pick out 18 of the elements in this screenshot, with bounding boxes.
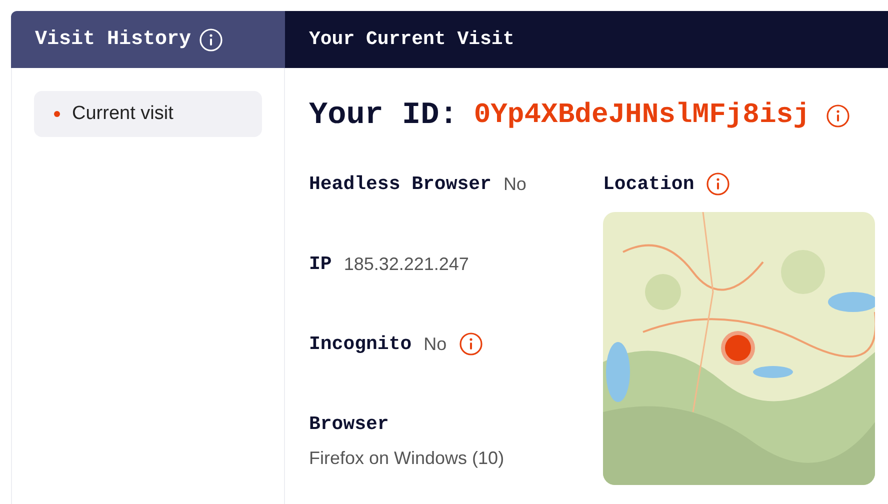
field-value: Firefox on Windows (10) bbox=[309, 446, 506, 470]
field-label: Incognito bbox=[309, 332, 412, 357]
field-value: No bbox=[503, 172, 526, 196]
location-label: Location bbox=[603, 172, 694, 197]
sidebar-item[interactable]: Current visit bbox=[34, 91, 262, 137]
info-icon[interactable] bbox=[826, 104, 850, 128]
visitor-id: 0Yp4XBdeJHNslMFj8isj bbox=[474, 99, 810, 133]
field-label: Headless Browser bbox=[309, 172, 492, 197]
sidebar-title: Visit History bbox=[35, 26, 192, 52]
location-marker bbox=[725, 335, 751, 361]
field-label: IP bbox=[309, 252, 332, 277]
field-value: 185.32.221.247 bbox=[344, 252, 469, 276]
info-icon[interactable] bbox=[458, 332, 483, 356]
id-label: Your ID: bbox=[309, 96, 458, 135]
field-value: No bbox=[424, 332, 447, 356]
field-label: Browser bbox=[309, 412, 390, 437]
info-icon[interactable] bbox=[706, 172, 730, 196]
main-title: Your Current Visit bbox=[309, 27, 514, 52]
